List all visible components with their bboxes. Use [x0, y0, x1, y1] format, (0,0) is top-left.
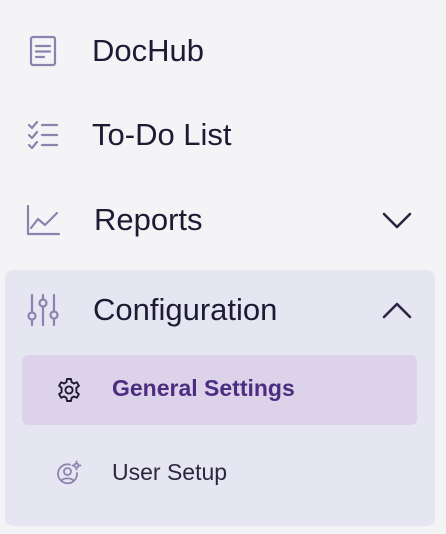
sidebar-item-reports[interactable]: Reports — [0, 198, 446, 242]
sidebar-item-label: Configuration — [93, 292, 278, 327]
sidebar-subitem-user-setup[interactable]: User Setup — [22, 439, 417, 509]
sidebar-item-configuration[interactable]: Configuration — [5, 270, 435, 354]
document-icon — [24, 32, 62, 70]
sidebar-group-configuration: Configuration General Settings User Setu… — [5, 270, 435, 526]
checklist-icon — [24, 116, 62, 154]
sidebar-item-label: Reports — [94, 202, 203, 237]
sidebar-item-todo-list[interactable]: To-Do List — [0, 114, 446, 156]
sidebar-item-dochub[interactable]: DocHub — [0, 30, 446, 72]
line-chart-icon — [24, 201, 62, 239]
chevron-down-icon[interactable] — [380, 203, 414, 237]
chevron-up-icon[interactable] — [380, 294, 414, 328]
user-settings-icon — [55, 460, 83, 488]
sidebar-subitem-label: General Settings — [112, 375, 295, 401]
sidebar-item-label: DocHub — [92, 33, 204, 68]
sidebar-subitem-label: User Setup — [112, 459, 228, 485]
gear-icon — [55, 376, 83, 404]
sidebar-item-label: To-Do List — [92, 117, 232, 152]
sliders-icon — [24, 291, 62, 329]
sidebar-subitem-general-settings[interactable]: General Settings — [22, 355, 417, 425]
